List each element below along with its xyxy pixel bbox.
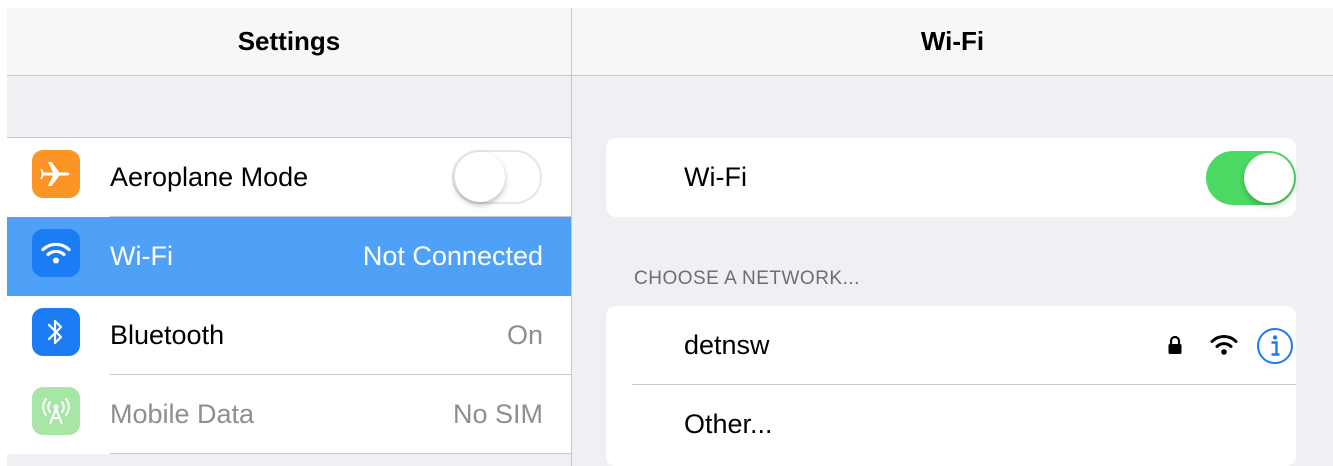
row-divider (110, 453, 571, 454)
antenna-icon (32, 387, 80, 435)
toggle-knob (1244, 153, 1294, 203)
wifi-detail-panel: Wi-Fi Wi-Fi CHOOSE A NETWORK... detnsw O… (572, 8, 1333, 466)
settings-row-aeroplane-mode[interactable]: Aeroplane Mode (7, 138, 571, 217)
airplane-icon (32, 150, 80, 198)
other-network-label: Other... (684, 409, 773, 439)
mobile-data-label: Mobile Data (110, 399, 255, 429)
toggle-knob (455, 152, 505, 202)
aeroplane-mode-label: Aeroplane Mode (110, 162, 309, 192)
settings-list: Aeroplane Mode Wi-Fi Not Connected Bluet… (7, 137, 571, 454)
wifi-icon (32, 229, 80, 277)
wifi-toggle[interactable] (1206, 151, 1296, 205)
settings-row-mobile-data[interactable]: Mobile Data No SIM (7, 375, 571, 454)
bluetooth-status-value: On (506, 320, 543, 350)
wifi-toggle-label: Wi-Fi (684, 162, 747, 192)
wifi-label: Wi-Fi (110, 241, 173, 271)
lock-icon (1167, 334, 1183, 356)
settings-row-wifi[interactable]: Wi-Fi Not Connected (7, 217, 571, 296)
settings-sidebar: Settings Aeroplane Mode Wi-Fi Not Connec… (7, 8, 571, 466)
wifi-signal-icon (1209, 333, 1239, 357)
wifi-page-title: Wi-Fi (572, 8, 1333, 76)
network-name: detnsw (684, 330, 770, 360)
network-row-other[interactable]: Other... (606, 385, 1296, 464)
choose-network-header: CHOOSE A NETWORK... (634, 268, 860, 289)
network-row-detnsw[interactable]: detnsw (606, 306, 1296, 385)
settings-title: Settings (7, 8, 571, 76)
wifi-status-value: Not Connected (362, 241, 543, 271)
aeroplane-mode-toggle[interactable] (452, 150, 542, 204)
network-list: detnsw Other... (606, 306, 1296, 466)
info-icon[interactable] (1256, 327, 1294, 365)
mobile-data-status-value: No SIM (452, 399, 543, 429)
wifi-toggle-card: Wi-Fi (606, 138, 1296, 217)
settings-row-bluetooth[interactable]: Bluetooth On (7, 296, 571, 375)
bluetooth-label: Bluetooth (110, 320, 225, 350)
bluetooth-icon (32, 308, 80, 356)
